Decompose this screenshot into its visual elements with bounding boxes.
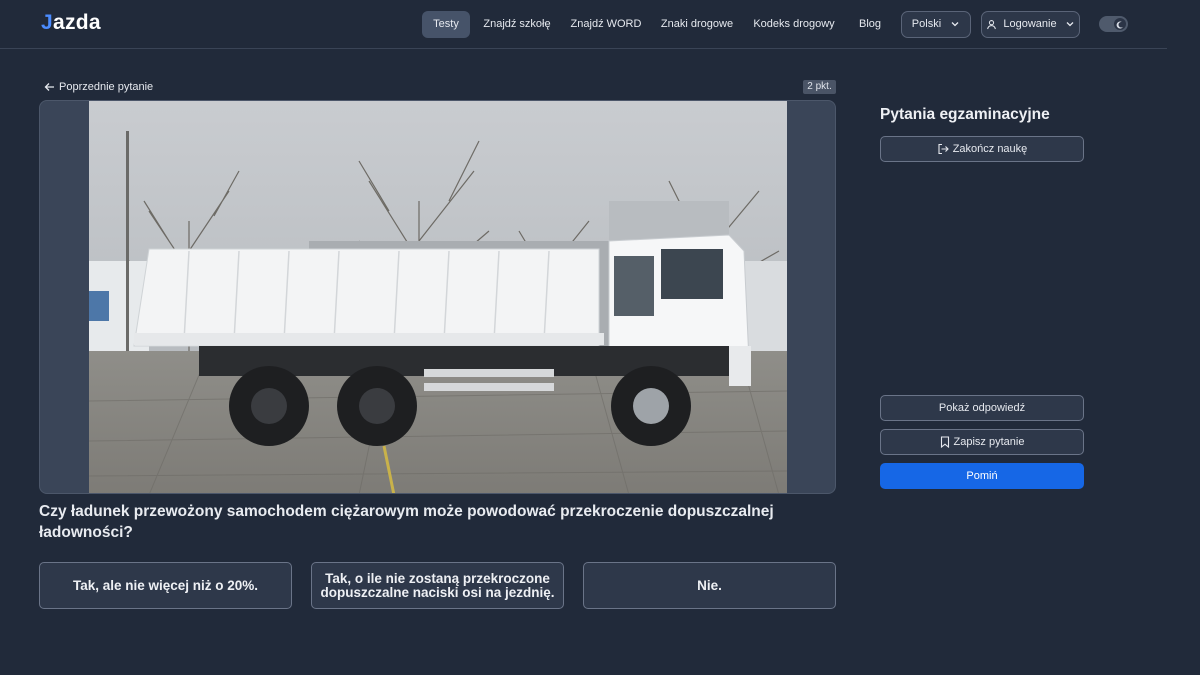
show-answer-button[interactable]: Pokaż odpowiedź — [880, 395, 1084, 421]
previous-question-link[interactable]: Poprzednie pytanie — [44, 80, 153, 94]
bookmark-icon — [940, 436, 949, 449]
points-badge: 2 pkt. — [803, 80, 836, 94]
end-learning-label: Zakończ naukę — [952, 143, 1028, 155]
answer-option-3[interactable]: Nie. — [583, 562, 836, 609]
answer-option-2[interactable]: Tak, o ile nie zostaną przekroczone dopu… — [311, 562, 564, 609]
user-icon — [987, 19, 997, 29]
logo[interactable]: Jazda — [41, 11, 101, 35]
language-label: Polski — [911, 18, 942, 30]
nav-item-znajdz-word[interactable]: Znajdź WORD — [566, 11, 646, 38]
nav-item-testy[interactable]: Testy — [422, 11, 470, 38]
answer-option-3-label: Nie. — [697, 577, 722, 593]
dump-truck-photo — [89, 101, 787, 493]
arrow-left-icon — [44, 83, 54, 92]
answer-option-1[interactable]: Tak, ale nie więcej niż o 20%. — [39, 562, 292, 609]
login-button[interactable]: Logowanie — [981, 11, 1080, 38]
skip-button[interactable]: Pomiń — [880, 463, 1084, 489]
logo-text: azda — [52, 11, 101, 34]
previous-question-label: Poprzednie pytanie — [59, 81, 154, 93]
nav-item-znajdz-szkole[interactable]: Znajdź szkołę — [478, 11, 556, 38]
language-select[interactable]: Polski — [901, 11, 971, 38]
chevron-down-icon — [951, 22, 959, 27]
answer-option-2-label: Tak, o ile nie zostaną przekroczone dopu… — [320, 570, 555, 600]
toggle-knob — [1114, 18, 1126, 30]
skip-label: Pomiń — [966, 470, 998, 482]
login-label: Logowanie — [1003, 18, 1057, 30]
sidebar-title: Pytania egzaminacyjne — [880, 106, 1050, 123]
end-learning-button[interactable]: Zakończ naukę — [880, 136, 1084, 162]
nav-item-blog[interactable]: Blog — [852, 11, 888, 38]
nav-item-kodeks-drogowy[interactable]: Kodeks drogowy — [748, 11, 840, 38]
show-answer-label: Pokaż odpowiedź — [938, 402, 1026, 414]
theme-toggle[interactable] — [1099, 16, 1128, 32]
moon-icon — [1116, 21, 1123, 29]
save-question-button[interactable]: Zapisz pytanie — [880, 429, 1084, 455]
logout-icon — [938, 144, 949, 155]
nav-item-znaki-drogowe[interactable]: Znaki drogowe — [656, 11, 738, 38]
answer-option-1-label: Tak, ale nie więcej niż o 20%. — [72, 577, 259, 593]
save-question-label: Zapisz pytanie — [953, 436, 1025, 448]
question-media — [39, 100, 836, 494]
chevron-down-icon — [1066, 22, 1074, 27]
question-text: Czy ładunek przewożony samochodem ciężar… — [39, 503, 774, 541]
top-navbar: Jazda Testy Znajdź szkołę Znajdź WORD Zn… — [0, 0, 1167, 49]
